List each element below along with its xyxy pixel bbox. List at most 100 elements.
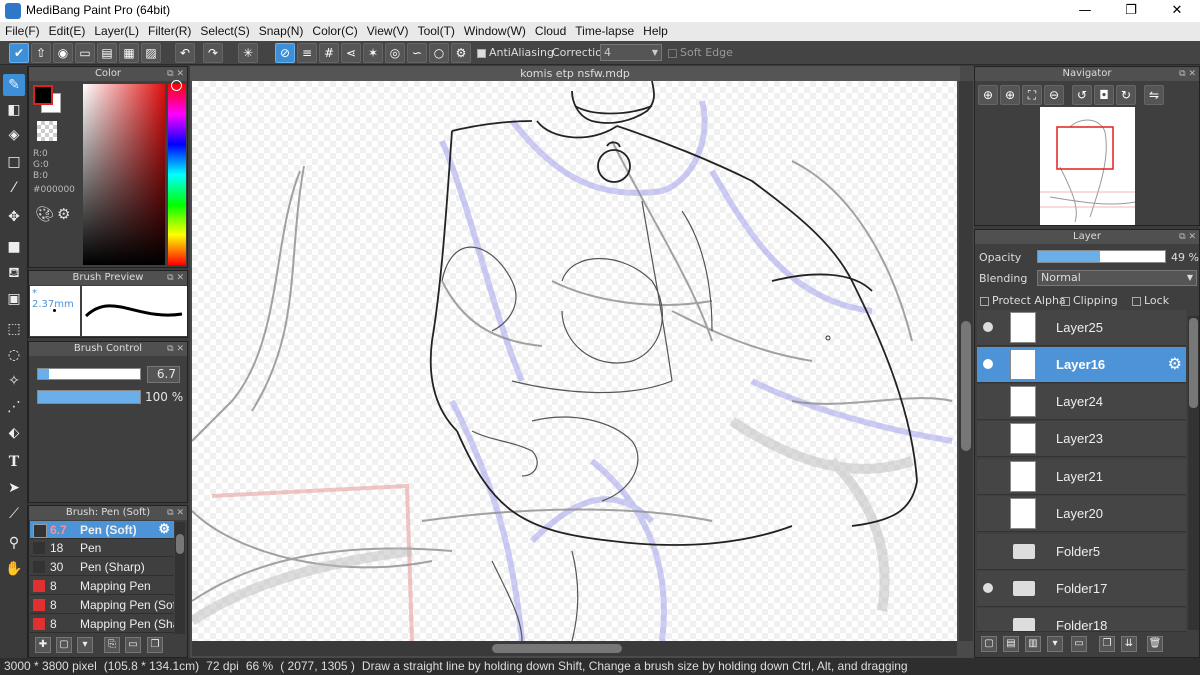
layer-row[interactable]: Layer25 — [977, 310, 1186, 346]
cloud-check-icon[interactable]: ✔ — [9, 43, 29, 63]
gradient-tool-icon[interactable]: ▣ — [3, 288, 25, 310]
new-layer-alt-icon[interactable]: ▥ — [1025, 636, 1041, 652]
rotate-left-icon[interactable]: ↺ — [1072, 85, 1092, 105]
hand-tool-icon[interactable]: ✋ — [3, 558, 25, 580]
materials-icon[interactable]: ▦ — [119, 43, 139, 63]
minimize-button[interactable]: — — [1062, 0, 1108, 22]
brush-settings-icon[interactable]: ▨ — [141, 43, 161, 63]
divide-tool-icon[interactable]: ⟋ — [3, 503, 25, 525]
layer-row[interactable]: Layer16 ⚙ — [977, 347, 1186, 383]
grid-snap-icon[interactable]: # — [319, 43, 339, 63]
layer-opacity-slider[interactable] — [1037, 250, 1166, 263]
panel-float-icon[interactable]: ⧉ ✕ — [167, 67, 184, 81]
menu-edit[interactable]: Edit(E) — [44, 22, 90, 38]
curve-snap-icon[interactable]: ∽ — [407, 43, 427, 63]
protect-alpha-checkbox[interactable]: Protect Alpha — [980, 294, 1066, 307]
snap-settings-icon[interactable]: ⚙ — [451, 43, 471, 63]
zoom-magnify-icon[interactable]: ⊕ — [1000, 85, 1020, 105]
add-layer-menu-icon[interactable]: ▾ — [1047, 636, 1063, 652]
rectangle-tool-icon[interactable]: □ — [3, 151, 25, 173]
menu-help[interactable]: Help — [638, 22, 672, 38]
saturation-value-picker[interactable] — [83, 84, 165, 265]
brush-item[interactable]: 18 Pen — [30, 539, 174, 557]
dot-tool-icon[interactable]: ⁄ — [3, 177, 25, 199]
gear-icon[interactable]: ⚙ — [158, 521, 170, 537]
panel-float-icon[interactable]: ⧉ ✕ — [167, 342, 184, 356]
delete-layer-icon[interactable]: 🗑︎ — [1147, 636, 1163, 652]
panel-float-icon[interactable]: ⧉ ✕ — [167, 506, 184, 520]
gear-icon[interactable]: ⚙ — [1168, 354, 1182, 373]
panel-toggle-icon[interactable]: ▭ — [75, 43, 95, 63]
layer-row[interactable]: Layer21 — [977, 459, 1186, 495]
lock-checkbox[interactable]: Lock — [1132, 294, 1169, 307]
correction-select[interactable]: 4 ▼ — [600, 44, 662, 61]
panel-float-icon[interactable]: ⧉ ✕ — [1179, 230, 1196, 244]
new-layer-icon[interactable]: ▢ — [981, 636, 997, 652]
menu-file[interactable]: File(F) — [0, 22, 44, 38]
layer-row[interactable]: Layer24 — [977, 384, 1186, 420]
zoom-in-icon[interactable]: ⊕ — [978, 85, 998, 105]
panel-float-icon[interactable]: ⧉ ✕ — [167, 271, 184, 285]
brush-item[interactable]: 8 Mapping Pen (Sharp) — [30, 615, 174, 633]
circle-snap-icon[interactable]: ◎ — [385, 43, 405, 63]
visibility-eye-icon[interactable] — [983, 322, 993, 332]
comment-icon[interactable]: ◉ — [53, 43, 73, 63]
brush-list-scrollbar[interactable] — [175, 522, 185, 634]
brush-opacity-slider[interactable] — [37, 390, 141, 404]
menu-tool[interactable]: Tool(T) — [413, 22, 459, 38]
blending-select[interactable]: Normal ▼ — [1037, 270, 1197, 286]
rotate-right-icon[interactable]: ↻ — [1116, 85, 1136, 105]
perspective-snap-icon[interactable]: ⋖ — [341, 43, 361, 63]
magic-wand-tool-icon[interactable]: ✧ — [3, 370, 25, 392]
eyedropper-tool-icon[interactable]: ⚲ — [3, 532, 25, 554]
duplicate-layer-icon[interactable]: ❐ — [1099, 636, 1115, 652]
menu-timelapse[interactable]: Time-lapse — [570, 22, 638, 38]
new-brush-icon[interactable]: ▢ — [56, 637, 72, 653]
folder-row[interactable]: Folder17 — [977, 571, 1186, 607]
horizontal-scroll-thumb[interactable] — [492, 644, 622, 653]
select-eraser-tool-icon[interactable]: ⬖ — [3, 422, 25, 444]
navigator-thumbnail[interactable] — [1040, 107, 1136, 225]
ellipse-snap-icon[interactable]: ○ — [429, 43, 449, 63]
layer-row[interactable]: Layer23 — [977, 421, 1186, 457]
vertical-scroll-thumb[interactable] — [961, 321, 971, 451]
soft-edge-checkbox[interactable]: Soft Edge — [668, 46, 733, 59]
select-rect-tool-icon[interactable]: ⬚ — [3, 318, 25, 340]
palette-icon[interactable]: 🎨︎ — [35, 205, 54, 223]
menu-view[interactable]: View(V) — [362, 22, 413, 38]
brush-size-slider[interactable] — [37, 368, 141, 380]
redo-icon[interactable]: ↷ — [203, 43, 223, 63]
lasso-tool-icon[interactable]: ◌ — [3, 344, 25, 366]
fill-rect-tool-icon[interactable]: ■ — [3, 236, 25, 258]
folder-row[interactable]: Folder18 — [977, 608, 1186, 632]
select-pen-tool-icon[interactable]: ⋰ — [3, 396, 25, 418]
brush-folder-icon[interactable]: ▭ — [125, 637, 141, 653]
new-folder-icon[interactable]: ▭ — [1071, 636, 1087, 652]
menu-layer[interactable]: Layer(L) — [89, 22, 143, 38]
clipping-checkbox[interactable]: Clipping — [1061, 294, 1118, 307]
antialiasing-checkbox[interactable]: AntiAliasing — [477, 46, 554, 59]
text-tool-icon[interactable]: T — [3, 451, 25, 473]
palette-settings-icon[interactable]: ⚙ — [57, 205, 70, 223]
menu-cloud[interactable]: Cloud — [530, 22, 570, 38]
symmetry-icon[interactable]: ✳ — [238, 43, 258, 63]
move-tool-icon[interactable]: ✥ — [3, 206, 25, 228]
dot-eraser-tool-icon[interactable]: ◈ — [3, 124, 25, 146]
visibility-eye-icon[interactable] — [983, 359, 993, 369]
brush-copy-icon[interactable]: ⎘ — [104, 637, 120, 653]
foreground-color-swatch[interactable] — [33, 85, 53, 105]
snap-off-icon[interactable]: ⊘ — [275, 43, 295, 63]
menu-color[interactable]: Color(C) — [307, 22, 361, 38]
hue-handle[interactable] — [171, 80, 182, 91]
brush-item[interactable]: 30 Pen (Sharp) — [30, 558, 174, 576]
menu-window[interactable]: Window(W) — [459, 22, 530, 38]
maximize-button[interactable]: ❐ — [1108, 0, 1154, 22]
drawing-canvas[interactable] — [192, 81, 957, 641]
undo-icon[interactable]: ↶ — [175, 43, 195, 63]
panel-float-icon[interactable]: ⧉ ✕ — [1179, 67, 1196, 81]
brush-duplicate-icon[interactable]: ❐ — [147, 637, 163, 653]
menu-select[interactable]: Select(S) — [195, 22, 253, 38]
brush-list-scroll-thumb[interactable] — [176, 534, 184, 554]
layout-icon[interactable]: ▤ — [97, 43, 117, 63]
visibility-eye-icon[interactable] — [983, 583, 993, 593]
